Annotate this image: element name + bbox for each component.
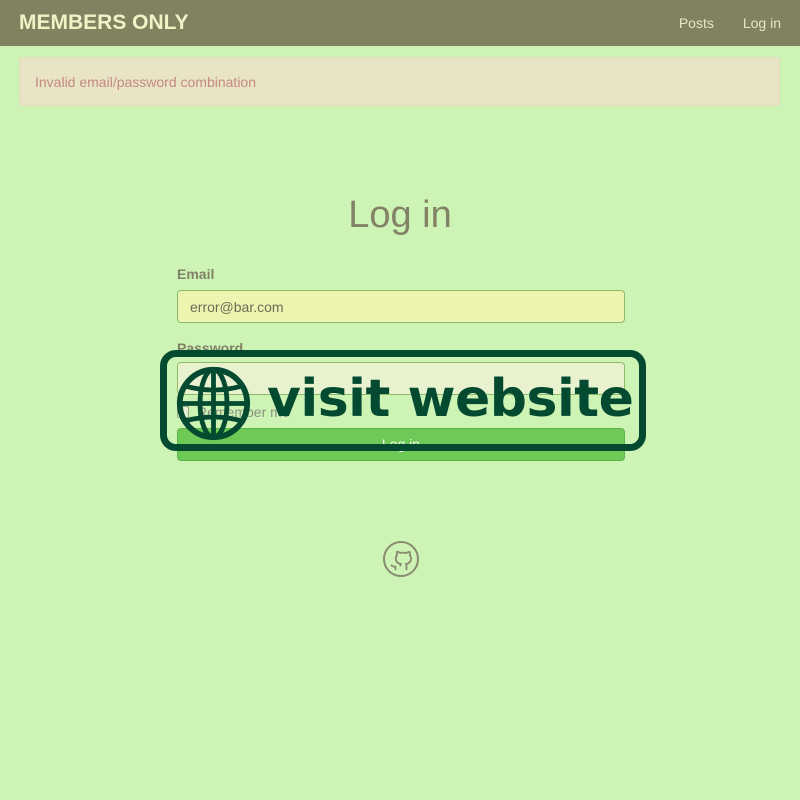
- brand-link[interactable]: MEMBERS ONLY: [19, 11, 189, 35]
- error-alert: Invalid email/password combination: [19, 57, 780, 106]
- nav-link-login[interactable]: Log in: [743, 15, 781, 31]
- nav-link-posts[interactable]: Posts: [679, 15, 714, 31]
- page-title: Log in: [348, 194, 452, 236]
- github-icon[interactable]: [382, 540, 420, 578]
- navbar: MEMBERS ONLY Posts Log in: [0, 0, 800, 46]
- nav-links: Posts Log in: [650, 15, 781, 31]
- visit-website-badge[interactable]: visit website: [160, 350, 646, 451]
- globe-icon: [176, 366, 251, 441]
- visit-website-text: visit website: [267, 369, 634, 429]
- email-input[interactable]: [177, 290, 625, 323]
- email-label: Email: [177, 266, 215, 282]
